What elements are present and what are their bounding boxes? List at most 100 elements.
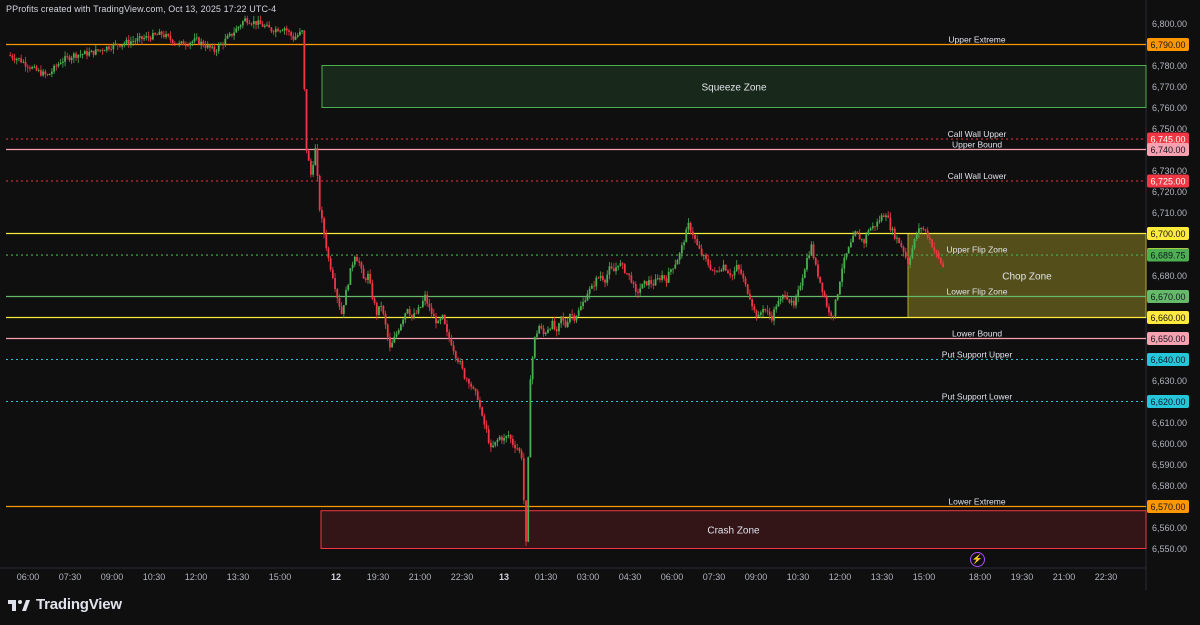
- candle-body: [356, 256, 358, 262]
- candle-body: [610, 266, 613, 269]
- candle-body: [378, 306, 380, 315]
- price-badge-label: 6,650.00: [1150, 334, 1185, 344]
- candle-body: [569, 314, 571, 323]
- candle-body: [727, 270, 729, 274]
- candle-body: [18, 58, 20, 60]
- price-tick-label: 6,610.00: [1152, 418, 1187, 428]
- candle-body: [222, 43, 225, 45]
- candle-body: [718, 270, 721, 272]
- price-tick-label: 6,720.00: [1152, 187, 1187, 197]
- candlestick-chart[interactable]: 6,550.00 6,560.00 6,570.00 6,580.00 6,590.00…: [0, 0, 1200, 625]
- candle-body: [849, 242, 852, 248]
- candle-body: [340, 306, 343, 314]
- candle-body: [555, 329, 558, 332]
- candle-body: [643, 281, 646, 284]
- candle-body: [685, 229, 688, 243]
- price-tick-label: 6,680.00: [1152, 271, 1187, 281]
- candle-body: [604, 279, 606, 283]
- time-tick-label: 07:30: [59, 572, 82, 582]
- candle-body: [209, 45, 211, 48]
- candle-body: [768, 311, 771, 316]
- candle-body: [40, 70, 42, 76]
- candle-body: [211, 46, 214, 48]
- lightning-icon[interactable]: ⚡: [970, 552, 985, 567]
- candle-body: [814, 258, 817, 265]
- candle-body: [182, 41, 185, 46]
- candle-body: [162, 34, 165, 37]
- candle-body: [792, 300, 795, 306]
- candle-body: [316, 148, 319, 176]
- candle-body: [674, 264, 677, 269]
- candle-body: [274, 28, 277, 33]
- candle-body: [230, 33, 233, 36]
- candle-body: [817, 264, 819, 277]
- candle-body: [263, 25, 266, 27]
- candle-body: [24, 61, 27, 67]
- candle-body: [898, 237, 901, 244]
- candle-body: [193, 38, 196, 42]
- candle-body: [902, 246, 905, 252]
- candle-body: [498, 436, 501, 440]
- candle-body: [648, 280, 650, 286]
- candle-body: [856, 231, 859, 234]
- candle-body: [46, 74, 49, 76]
- candle-body: [103, 50, 106, 52]
- candle-body: [143, 37, 145, 40]
- candle-body: [516, 448, 519, 449]
- candle-body: [931, 239, 933, 248]
- candle-body: [138, 36, 141, 38]
- candle-body: [544, 332, 547, 335]
- candle-body: [37, 70, 40, 71]
- candle-body: [156, 34, 159, 36]
- time-tick-label: 19:30: [1011, 572, 1034, 582]
- candle-body: [522, 458, 525, 501]
- candle-body: [270, 27, 273, 32]
- candle-body: [564, 320, 567, 327]
- tradingview-logo-icon: [8, 599, 30, 611]
- candle-body: [127, 39, 130, 45]
- time-tick-label: 10:30: [787, 572, 810, 582]
- candle-body: [825, 296, 828, 307]
- candle-body: [408, 309, 411, 315]
- candle-body: [588, 288, 591, 294]
- candle-body: [180, 41, 183, 43]
- time-tick-label: 12:00: [829, 572, 852, 582]
- candle-body: [830, 312, 833, 316]
- price-badge-label: 6,640.00: [1150, 355, 1185, 365]
- candle-body: [86, 51, 88, 56]
- candle-body: [112, 44, 115, 50]
- candle-body: [421, 300, 424, 308]
- candle-body: [669, 269, 672, 272]
- candle-body: [839, 281, 841, 295]
- candle-body: [639, 288, 642, 293]
- price-tick-label: 6,800.00: [1152, 19, 1187, 29]
- candle-body: [125, 39, 128, 44]
- candle-body: [224, 38, 227, 45]
- candle-body: [882, 215, 885, 218]
- price-badge-label: 6,700.00: [1150, 229, 1185, 239]
- price-tick-label: 6,580.00: [1152, 481, 1187, 491]
- candle-body: [918, 228, 920, 234]
- candle-body: [323, 218, 325, 235]
- candle-body: [542, 328, 545, 335]
- candle-body: [158, 31, 161, 35]
- candle-body: [538, 325, 541, 334]
- candle-body: [711, 269, 714, 271]
- candle-body: [659, 278, 661, 280]
- candle-body: [167, 34, 170, 36]
- candle-body: [779, 298, 782, 302]
- candle-body: [160, 31, 163, 35]
- candle-body: [808, 255, 811, 259]
- candle-body: [628, 273, 631, 276]
- time-tick-label: 07:30: [703, 572, 726, 582]
- candle-body: [334, 278, 336, 290]
- candle-body: [88, 52, 91, 56]
- candle-body: [446, 324, 448, 333]
- candle-body: [481, 407, 484, 416]
- candle-body: [26, 66, 29, 68]
- candle-body: [893, 228, 896, 239]
- candle-body: [364, 278, 367, 280]
- candle-body: [415, 313, 418, 315]
- candle-body: [400, 324, 402, 331]
- candle-body: [509, 435, 512, 439]
